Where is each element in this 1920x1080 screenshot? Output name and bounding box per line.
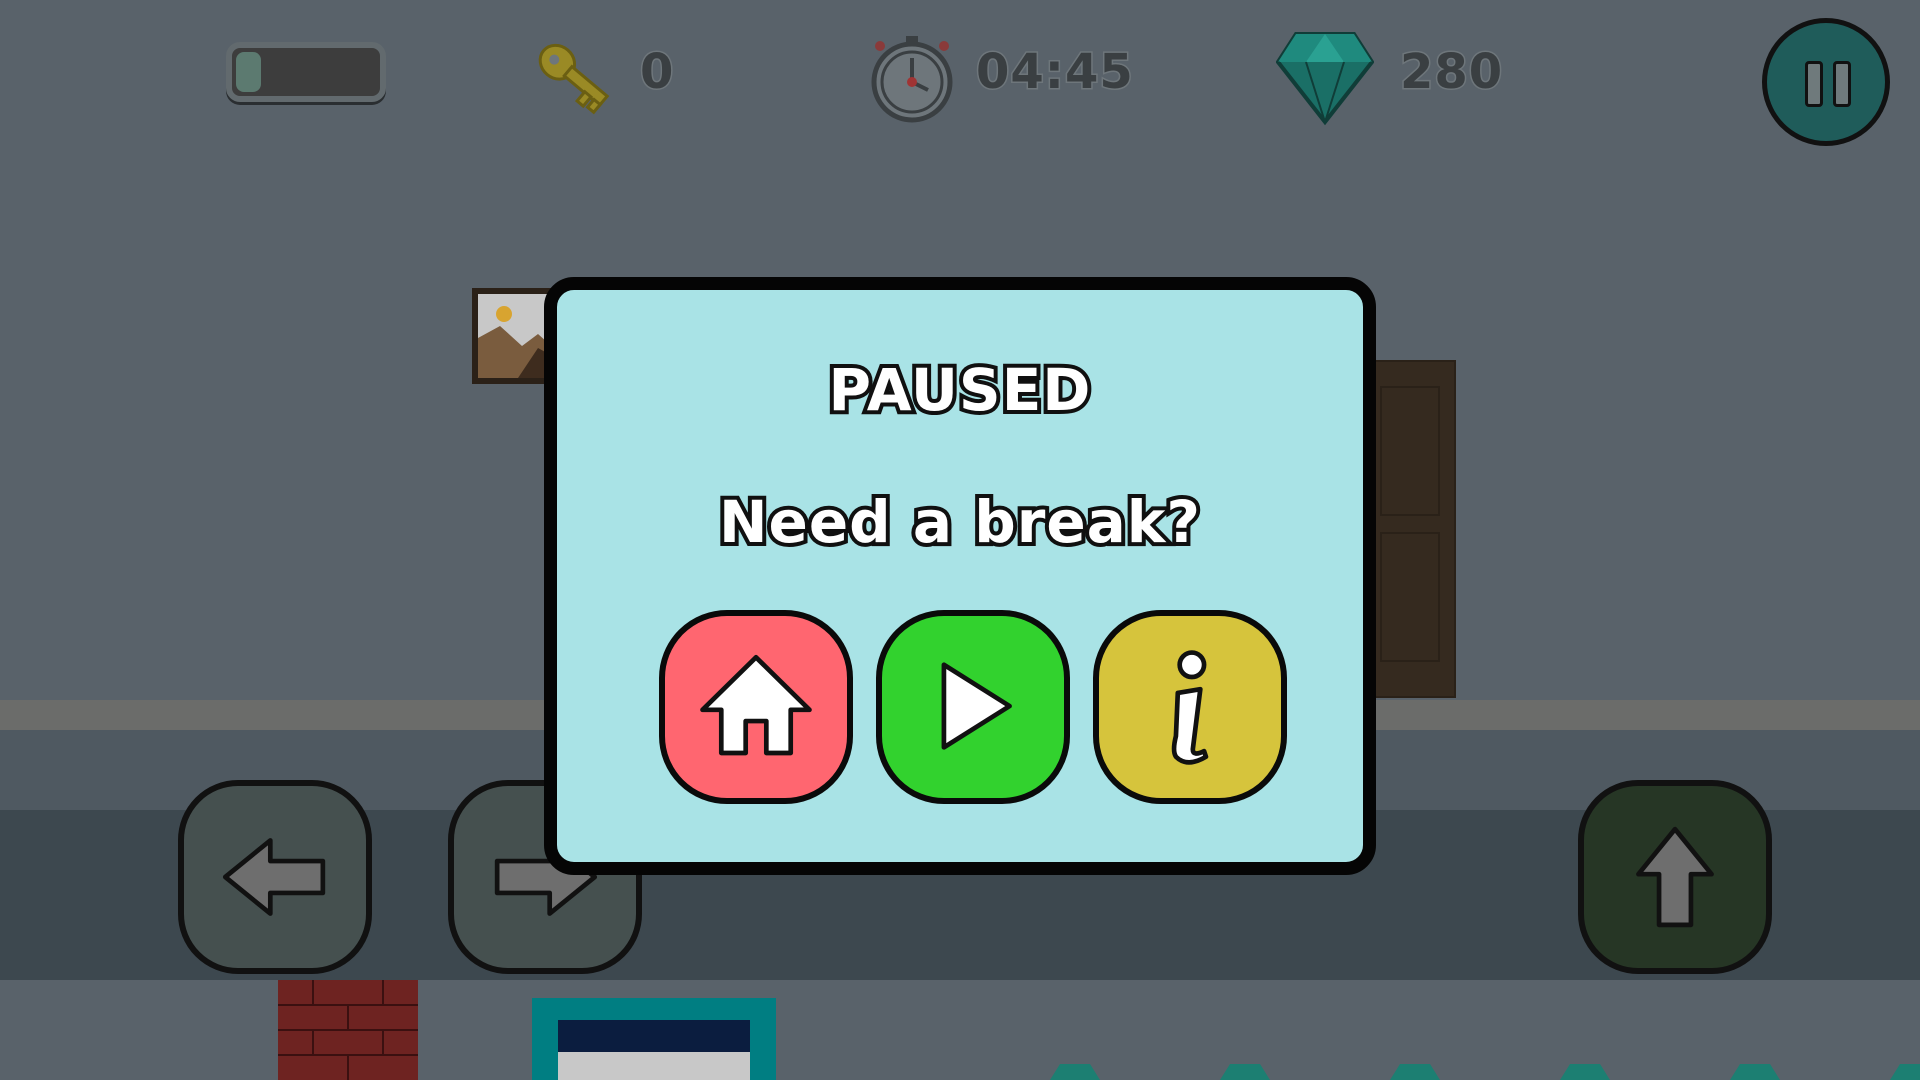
dialog-subtitle: Need a break? [715,484,1204,560]
pause-dialog: PAUSED Need a break? [544,277,1376,875]
pause-button[interactable] [1762,18,1890,146]
home-icon [700,654,812,756]
info-icon [1171,650,1209,765]
home-button[interactable] [659,610,853,804]
diamond-icon [1276,28,1374,126]
dialog-title: PAUSED [825,352,1095,428]
key-icon [530,34,620,120]
game-scene: 0 04:45 280 PAUSED Need a break? [0,0,1920,1080]
stamina-fill [236,52,261,92]
move-left-button[interactable] [178,780,372,974]
arrow-left-icon [222,838,326,916]
timer-text: 04:45 [975,43,1135,102]
jump-button[interactable] [1578,780,1772,974]
resume-button[interactable] [876,610,1070,804]
gems-count: 280 [1398,43,1504,102]
keys-count: 0 [638,43,675,102]
play-icon [941,662,1012,750]
info-button[interactable] [1093,610,1287,804]
stopwatch-icon [866,32,958,124]
stamina-bar [226,42,386,102]
arrow-up-icon [1636,826,1714,928]
